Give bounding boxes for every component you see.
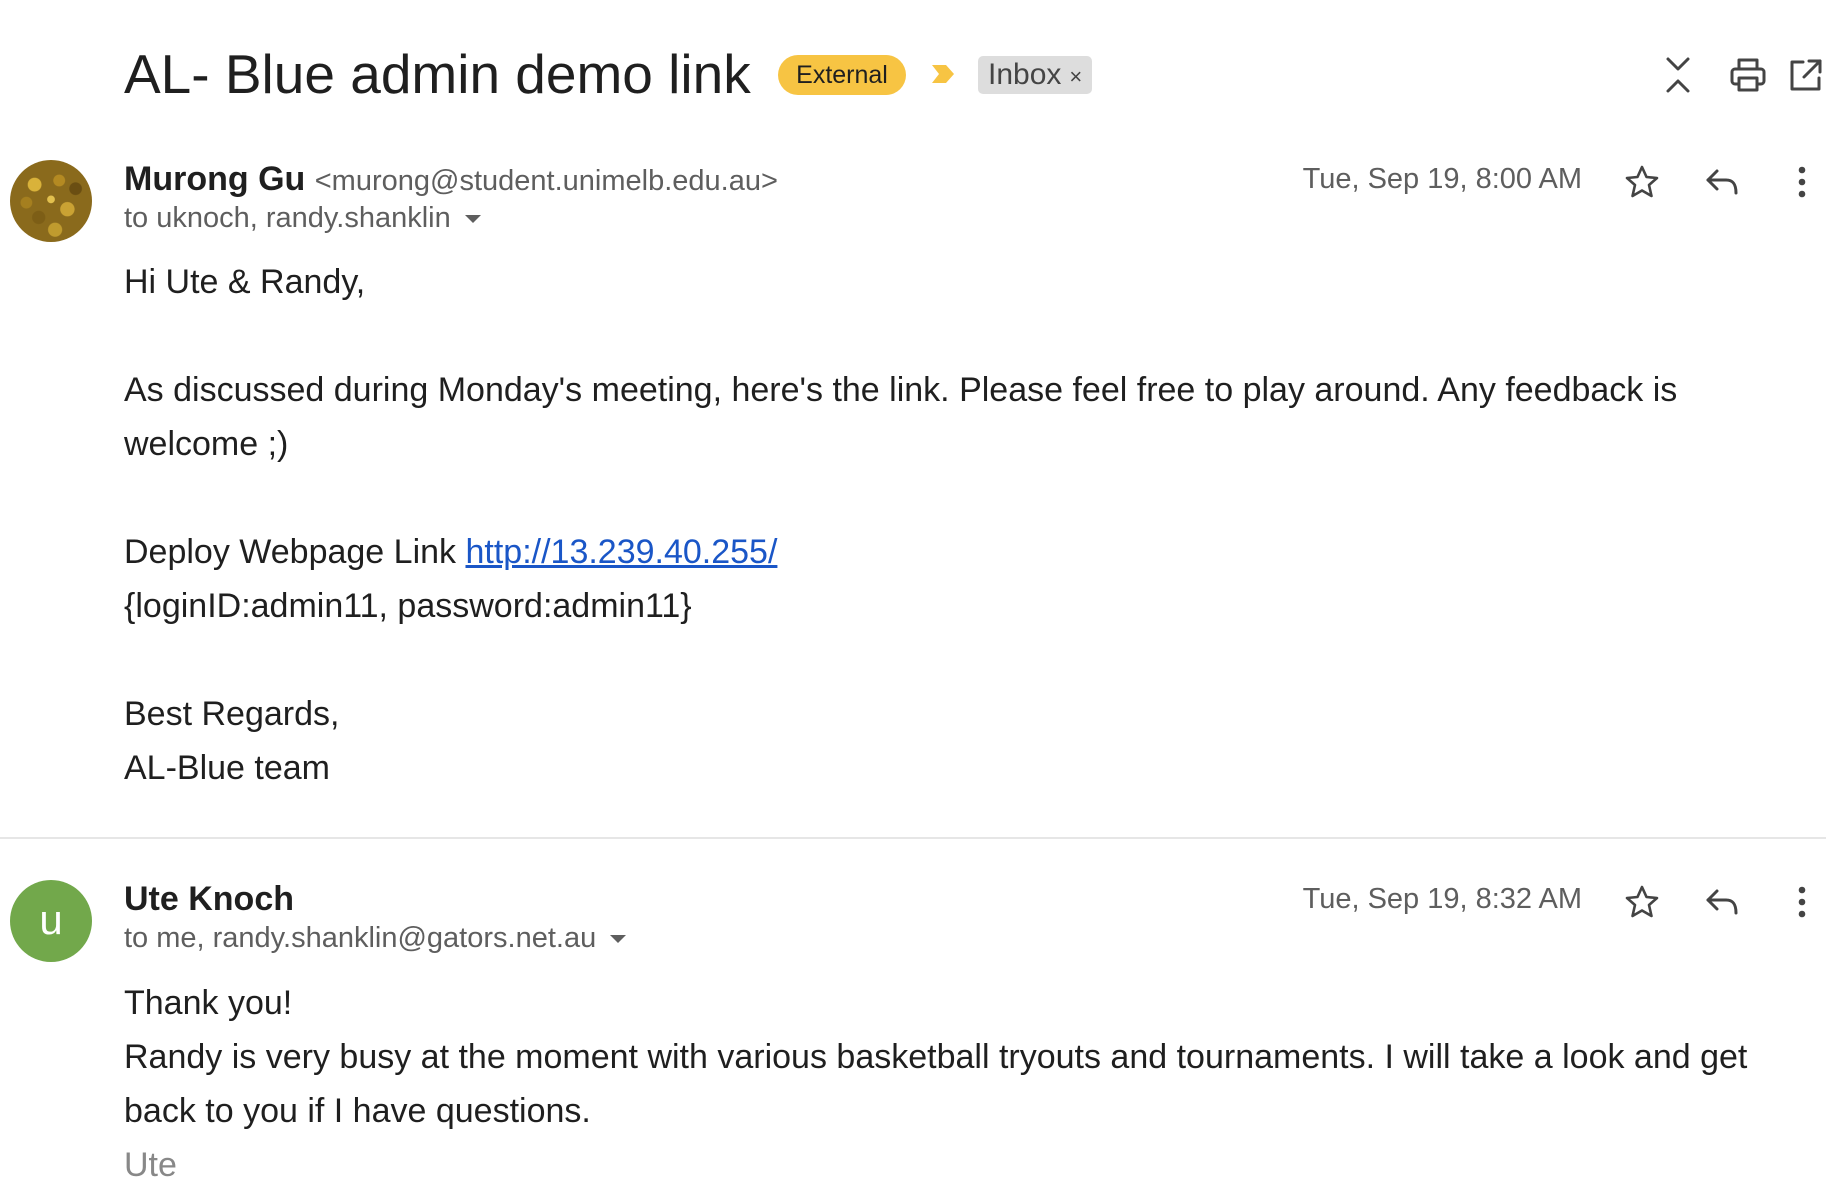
greeting: Hi Ute & Randy, <box>124 263 366 301</box>
avatar: u <box>10 880 92 962</box>
message-date: Tue, Sep 19, 8:00 AM <box>1302 163 1582 195</box>
remove-label-button[interactable]: × <box>1069 64 1082 89</box>
body-paragraph: Randy is very busy at the moment with va… <box>124 1038 1748 1130</box>
open-in-new-window-icon[interactable] <box>1786 55 1826 95</box>
importance-marker-icon[interactable] <box>930 62 956 91</box>
more-options-icon[interactable] <box>1782 162 1822 202</box>
reply-icon[interactable] <box>1702 162 1742 202</box>
sender-email: <murong@student.unimelb.edu.au> <box>314 165 778 197</box>
team-signature: AL-Blue team <box>124 749 330 787</box>
email-subject: AL- Blue admin demo link <box>124 43 751 105</box>
body-line: Thank you! <box>124 984 293 1022</box>
avatar <box>10 160 92 242</box>
recipients-text: to me, randy.shanklin@gators.net.au <box>124 922 597 954</box>
message-body: Thank you! Randy is very busy at the mom… <box>124 976 1784 1192</box>
star-icon[interactable] <box>1622 882 1662 922</box>
inbox-label-text: Inbox <box>988 58 1062 91</box>
deploy-webpage-link[interactable]: http://13.239.40.255/ <box>465 533 777 571</box>
message-date: Tue, Sep 19, 8:32 AM <box>1302 883 1582 915</box>
external-badge: External <box>778 55 906 95</box>
link-prefix: Deploy Webpage Link <box>124 533 466 571</box>
credentials: {loginID:admin11, password:admin11} <box>124 587 692 625</box>
more-options-icon[interactable] <box>1782 882 1822 922</box>
body-paragraph: As discussed during Monday's meeting, he… <box>124 371 1678 463</box>
link-line: Deploy Webpage Link http://13.239.40.255… <box>124 525 1784 579</box>
star-icon[interactable] <box>1622 162 1662 202</box>
inbox-label: Inbox × <box>978 56 1093 94</box>
sender-info: Murong Gu <murong@student.unimelb.edu.au… <box>124 160 778 199</box>
chevron-down-icon[interactable] <box>610 935 627 944</box>
message-body: Hi Ute & Randy, As discussed during Mond… <box>124 255 1784 795</box>
collapse-icon[interactable] <box>1658 55 1698 95</box>
signature: Ute <box>124 1146 177 1184</box>
closing: Best Regards, <box>124 695 340 733</box>
reply-icon[interactable] <box>1702 882 1742 922</box>
sender-name: Ute Knoch <box>124 880 294 918</box>
recipients-toggle[interactable]: to me, randy.shanklin@gators.net.au <box>124 922 627 955</box>
print-icon[interactable] <box>1728 55 1768 95</box>
sender-name: Murong Gu <box>124 160 306 198</box>
recipients-text: to uknoch, randy.shanklin <box>124 202 451 234</box>
chevron-down-icon[interactable] <box>464 215 481 224</box>
recipients-toggle[interactable]: to uknoch, randy.shanklin <box>124 202 481 235</box>
message-divider <box>0 837 1826 839</box>
